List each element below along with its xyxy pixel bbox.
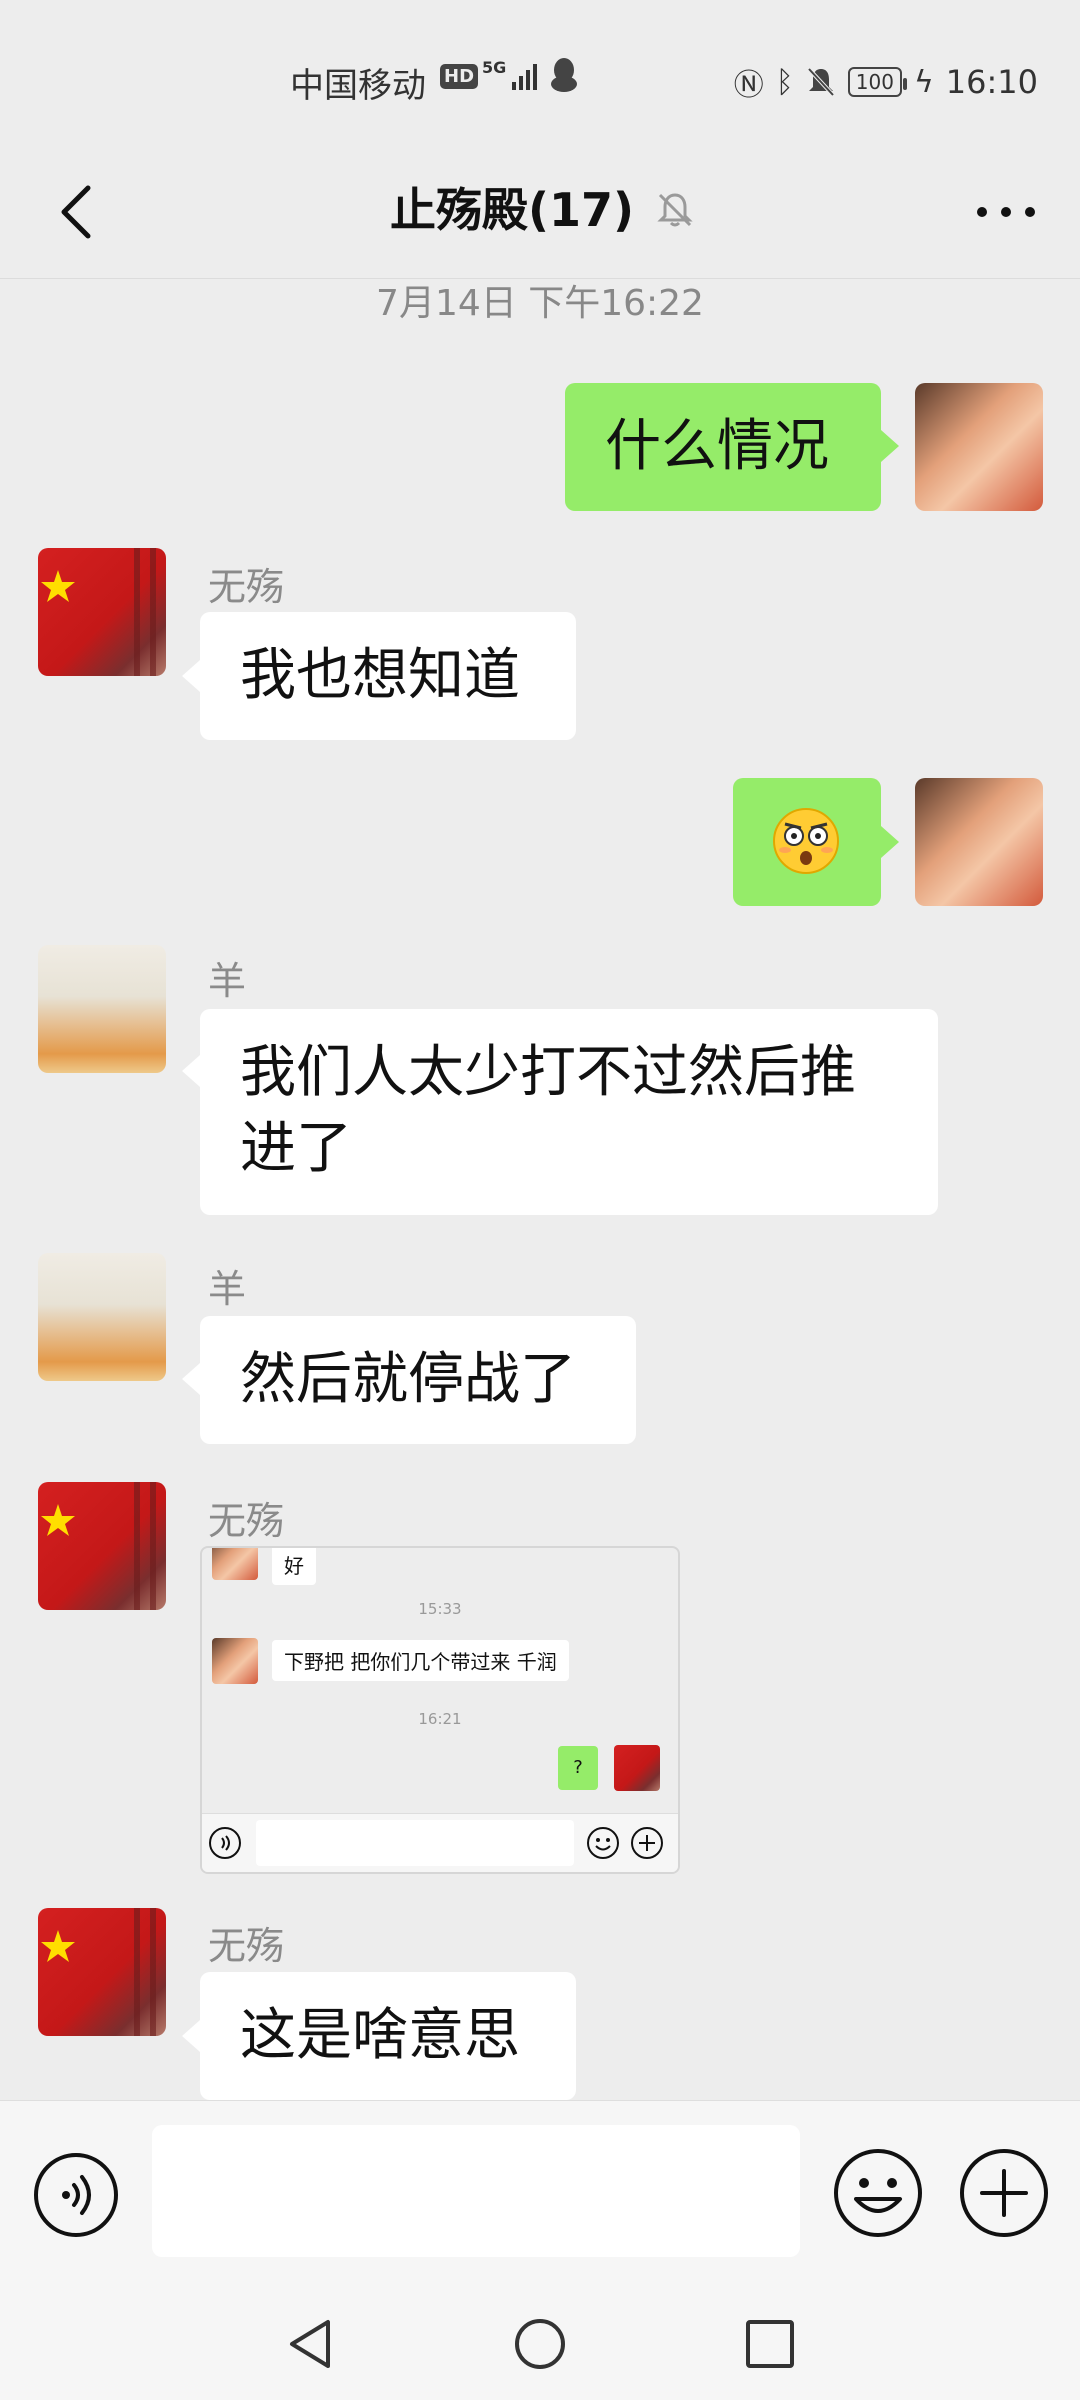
sender-name: 无殇 [208, 1924, 285, 1968]
message-text: 这是啥意思 [240, 2003, 520, 2068]
bubble-tail [182, 1363, 200, 1395]
avatar-self[interactable] [915, 778, 1043, 906]
avatar-yang[interactable] [38, 945, 166, 1073]
image-bubble: 好 [272, 1548, 316, 1585]
system-nav-bar [0, 2290, 1080, 2400]
message-bubble-outgoing[interactable]: 什么情况 [565, 383, 881, 511]
nav-home-icon[interactable] [512, 2314, 568, 2374]
silent-bell-icon [807, 67, 835, 97]
status-time: 16:10 [945, 63, 1038, 101]
message-bubble-incoming[interactable]: 这是啥意思 [200, 1972, 576, 2100]
message-timestamp: 7月14日 下午16:22 [376, 283, 704, 324]
bubble-tail [881, 430, 899, 462]
nav-back-icon[interactable] [280, 2314, 340, 2374]
image-green-bubble: ? [558, 1746, 598, 1790]
star-icon [41, 1482, 156, 1610]
network-type: 5G [482, 58, 507, 77]
carrier-label: 中国移动 [290, 66, 426, 106]
nfc-icon: Ⓝ [733, 68, 764, 103]
avatar-wushang[interactable] [38, 1908, 166, 2036]
message-bubble-incoming[interactable]: 我也想知道 [200, 612, 576, 740]
message-text-line: 我们人太少打不过然后推 [240, 1040, 856, 1105]
message-text: 我也想知道 [240, 643, 520, 708]
image-avatar [614, 1745, 660, 1791]
avatar-wushang[interactable] [38, 1482, 166, 1610]
signal-icon [512, 64, 537, 90]
bubble-tail [182, 2020, 200, 2052]
image-input-bar [202, 1813, 678, 1872]
star-icon [41, 548, 156, 676]
battery-indicator: 100 [847, 67, 908, 97]
sender-name: 羊 [208, 959, 247, 1003]
message-bubble-outgoing[interactable] [733, 778, 881, 906]
status-bar: 中国移动 HD 5G Ⓝ ᛒ 100 ϟ 16:10 [0, 0, 1080, 150]
image-message[interactable]: 好 15:33 下野把 把你们几个带过来 千润 16:21 ? [200, 1546, 680, 1874]
charging-icon: ϟ [913, 64, 934, 100]
image-timestamp: 16:21 [418, 1710, 462, 1728]
bubble-tail [182, 660, 200, 692]
voice-icon [209, 1827, 241, 1859]
nav-recent-icon[interactable] [742, 2316, 798, 2372]
status-right-group: Ⓝ ᛒ 100 ϟ 16:10 [734, 60, 1038, 104]
chat-title[interactable]: 止殇殿(17) [390, 170, 634, 250]
sender-name: 无殇 [208, 565, 285, 609]
back-arrow-icon[interactable] [38, 172, 118, 252]
voice-icon[interactable] [32, 2151, 120, 2239]
message-bubble-incoming[interactable]: 我们人太少打不过然后推 进了 [200, 1009, 938, 1215]
emoji-icon [587, 1827, 619, 1859]
emoji-icon[interactable] [832, 2147, 924, 2239]
sender-name: 无殇 [208, 1499, 285, 1543]
message-text: 然后就停战了 [240, 1347, 576, 1412]
image-bubble: 下野把 把你们几个带过来 千润 [272, 1640, 569, 1681]
bubble-tail [881, 826, 899, 858]
bluetooth-icon: ᛒ [775, 64, 794, 100]
image-avatar [212, 1638, 258, 1684]
image-avatar [212, 1548, 258, 1580]
image-text-input [256, 1820, 574, 1866]
message-bubble-incoming[interactable]: 然后就停战了 [200, 1316, 636, 1444]
chat-header: 止殇殿(17) [0, 150, 1080, 279]
avatar-wushang[interactable] [38, 548, 166, 676]
plus-icon[interactable] [958, 2147, 1050, 2239]
astonished-face-icon [773, 808, 839, 874]
avatar-yang[interactable] [38, 1253, 166, 1381]
title-group: 止殇殿(17) [390, 170, 696, 250]
avatar-self[interactable] [915, 383, 1043, 511]
message-input[interactable] [152, 2125, 800, 2257]
chat-input-bar [0, 2100, 1080, 2291]
more-dots-icon[interactable] [964, 172, 1048, 252]
bell-off-icon [657, 193, 693, 227]
plus-icon [631, 1827, 663, 1859]
message-text-line: 进了 [240, 1116, 352, 1181]
star-icon [41, 1908, 156, 2036]
image-timestamp: 15:33 [418, 1600, 462, 1618]
message-text: 什么情况 [605, 414, 829, 479]
bubble-tail [182, 1055, 200, 1087]
qq-penguin-icon [551, 58, 577, 92]
hd-badge: HD [440, 64, 479, 89]
sender-name: 羊 [208, 1267, 247, 1311]
